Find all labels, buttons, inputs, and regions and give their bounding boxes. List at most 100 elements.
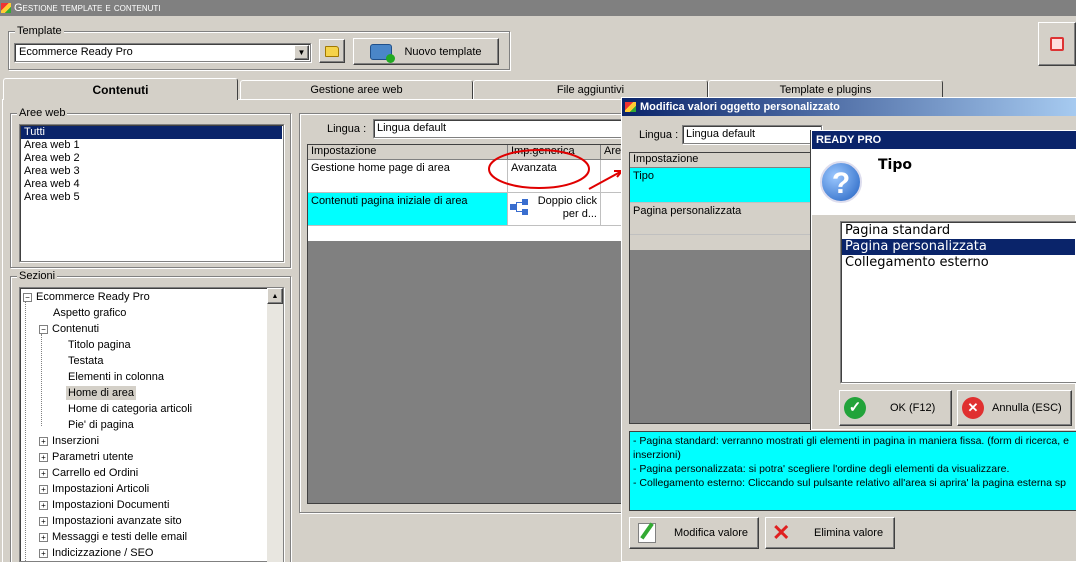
column-header[interactable]: Impostazione xyxy=(630,153,820,168)
tree-item-label: Parametri utente xyxy=(52,451,134,463)
dropdown-arrow-icon[interactable]: ▼ xyxy=(294,45,309,60)
description-line: - Collegamento esterno: Cliccando sul pu… xyxy=(633,477,1066,489)
lingua-select[interactable]: Lingua default xyxy=(373,119,623,138)
readypro-titlebar: READY PRO xyxy=(812,131,1076,149)
tree-item-label: Home di area xyxy=(68,387,135,399)
tree-item-label: Impostazioni Articoli xyxy=(52,483,150,495)
table-row[interactable]: Pagina personalizzata xyxy=(630,203,820,235)
tree-item[interactable]: + Parametri utente xyxy=(39,450,133,464)
tree-item[interactable]: + Impostazioni avanzate sito xyxy=(39,514,182,528)
edit-pencil-icon xyxy=(638,522,656,543)
description-line: - Pagina standard: verranno mostrati gli… xyxy=(633,435,1069,447)
column-header[interactable]: Impostazione xyxy=(308,145,508,160)
tree-item[interactable]: + Messaggi e testi delle email xyxy=(39,530,187,544)
list-item[interactable]: Pagina standard xyxy=(842,223,1075,239)
tree-item-selected[interactable]: Home di area xyxy=(66,386,137,400)
tree-item[interactable]: Elementi in colonna xyxy=(68,370,164,384)
description-box: - Pagina standard: verranno mostrati gli… xyxy=(629,431,1076,511)
row-setting: Gestione home page di area xyxy=(311,162,450,174)
list-item[interactable]: Tutti xyxy=(21,126,282,139)
tree-item-label: Aspetto grafico xyxy=(53,307,127,319)
table-row[interactable]: Tipo xyxy=(630,168,820,203)
tab-contenuti-label: Contenuti xyxy=(92,82,149,97)
list-item[interactable]: Area web 5 xyxy=(21,191,282,204)
template-select[interactable]: Ecommerce Ready Pro xyxy=(14,43,311,62)
tree-item-label: Testata xyxy=(68,355,104,367)
row-setting: Tipo xyxy=(633,170,654,182)
lingua-select-value: Lingua default xyxy=(377,122,447,134)
tree-item[interactable]: + Impostazioni Documenti xyxy=(39,498,169,512)
app-icon xyxy=(625,102,636,112)
tree-item[interactable]: − Ecommerce Ready Pro xyxy=(23,290,150,304)
expand-icon: + xyxy=(39,500,48,510)
close-window-button[interactable] xyxy=(1038,22,1076,66)
expand-icon: + xyxy=(39,484,48,494)
list-item[interactable]: Area web 1 xyxy=(21,139,282,152)
tree-scrollbar[interactable]: ▲ xyxy=(267,288,283,562)
cancel-x-icon: ✕ xyxy=(962,397,984,419)
tree-item-label: Impostazioni Documenti xyxy=(52,499,170,511)
tipo-options-list[interactable]: Pagina standard Pagina personalizzata Co… xyxy=(840,221,1076,383)
tree-item[interactable]: + Inserzioni xyxy=(39,434,99,448)
elimina-valore-button[interactable]: ✕ Elimina valore xyxy=(765,517,895,549)
readypro-title: READY PRO xyxy=(816,134,882,146)
sezioni-label: Sezioni xyxy=(17,270,58,282)
scroll-up-icon[interactable]: ▲ xyxy=(267,288,283,304)
list-item[interactable]: Area web 2 xyxy=(21,152,282,165)
list-item[interactable]: Area web 3 xyxy=(21,165,282,178)
modifica-dialog-titlebar: Modifica valori oggetto personalizzato xyxy=(622,98,1076,116)
expand-icon: + xyxy=(39,436,48,446)
aree-web-list[interactable]: Tutti Area web 1 Area web 2 Area web 3 A… xyxy=(19,124,284,262)
tab-gestione-aree-web-label: Gestione aree web xyxy=(310,84,403,96)
annotation-arrow xyxy=(588,170,623,190)
table-row[interactable] xyxy=(630,235,820,251)
template-group-label: Template xyxy=(15,25,64,37)
tree-item[interactable]: Aspetto grafico xyxy=(53,306,126,320)
open-folder-button[interactable] xyxy=(319,39,345,63)
lingua-label: Lingua : xyxy=(327,123,367,135)
description-line: inserzioni) xyxy=(633,449,681,461)
new-template-button[interactable]: Nuovo template xyxy=(353,38,499,65)
dialog-lingua-select[interactable]: Lingua default xyxy=(682,125,822,144)
tree-line xyxy=(41,334,42,426)
tab-file-aggiuntivi-label: File aggiuntivi xyxy=(556,84,625,96)
readypro-heading: Tipo xyxy=(878,157,912,173)
tab-template-e-plugins-label: Template e plugins xyxy=(779,84,872,96)
tree-item-label: Messaggi e testi delle email xyxy=(52,531,188,543)
list-item[interactable]: Area web 4 xyxy=(21,178,282,191)
expand-icon: + xyxy=(39,548,48,558)
list-item-selected[interactable]: Pagina personalizzata xyxy=(842,239,1075,255)
tab-contenuti[interactable]: Contenuti xyxy=(3,78,238,100)
tree-item[interactable]: Testata xyxy=(68,354,103,368)
tree-item[interactable]: + Indicizzazione / SEO xyxy=(39,546,154,560)
tree-item-label: Carrello ed Ordini xyxy=(52,467,139,479)
dialog-settings-grid: Impostazione Tipo Pagina personalizzata xyxy=(629,152,820,424)
tree-item[interactable]: − Contenuti xyxy=(39,322,99,336)
highlight-ellipse xyxy=(488,149,590,189)
tree-item[interactable]: + Impostazioni Articoli xyxy=(39,482,149,496)
tab-gestione-aree-web[interactable]: Gestione aree web xyxy=(240,80,473,100)
table-row[interactable]: Contenuti pagina iniziale di area xyxy=(308,193,508,226)
tree-item[interactable]: + Carrello ed Ordini xyxy=(39,466,138,480)
modifica-valore-button[interactable]: Modifica valore xyxy=(629,517,759,549)
list-item[interactable]: Collegamento esterno xyxy=(842,255,1075,271)
window-titlebar: Gestione template e contenuti xyxy=(0,0,1076,16)
power-icon xyxy=(1050,37,1064,51)
sezioni-tree[interactable]: − Ecommerce Ready Pro Aspetto grafico − Co… xyxy=(19,287,284,562)
modifica-dialog-title: Modifica valori oggetto personalizzato xyxy=(640,101,840,113)
expand-icon: + xyxy=(39,468,48,478)
annulla-button[interactable]: ✕ Annulla (ESC) xyxy=(957,390,1072,426)
tree-item[interactable]: Home di categoria articoli xyxy=(68,402,192,416)
tree-item-label: Elementi in colonna xyxy=(68,371,165,383)
tree-item[interactable]: Titolo pagina xyxy=(68,338,131,352)
question-icon: ? xyxy=(820,161,862,203)
tree-item[interactable]: Pie' di pagina xyxy=(68,418,134,432)
dialog-lingua-label: Lingua : xyxy=(639,129,679,141)
tree-item-label: Titolo pagina xyxy=(68,339,131,351)
expand-icon: + xyxy=(39,532,48,542)
collapse-icon: − xyxy=(23,292,32,302)
ok-button[interactable]: ✓ OK (F12) xyxy=(839,390,952,426)
tree-item-label: Inserzioni xyxy=(52,435,100,447)
table-row[interactable]: Gestione home page di area xyxy=(308,160,508,193)
tree-item-label: Contenuti xyxy=(52,323,100,335)
